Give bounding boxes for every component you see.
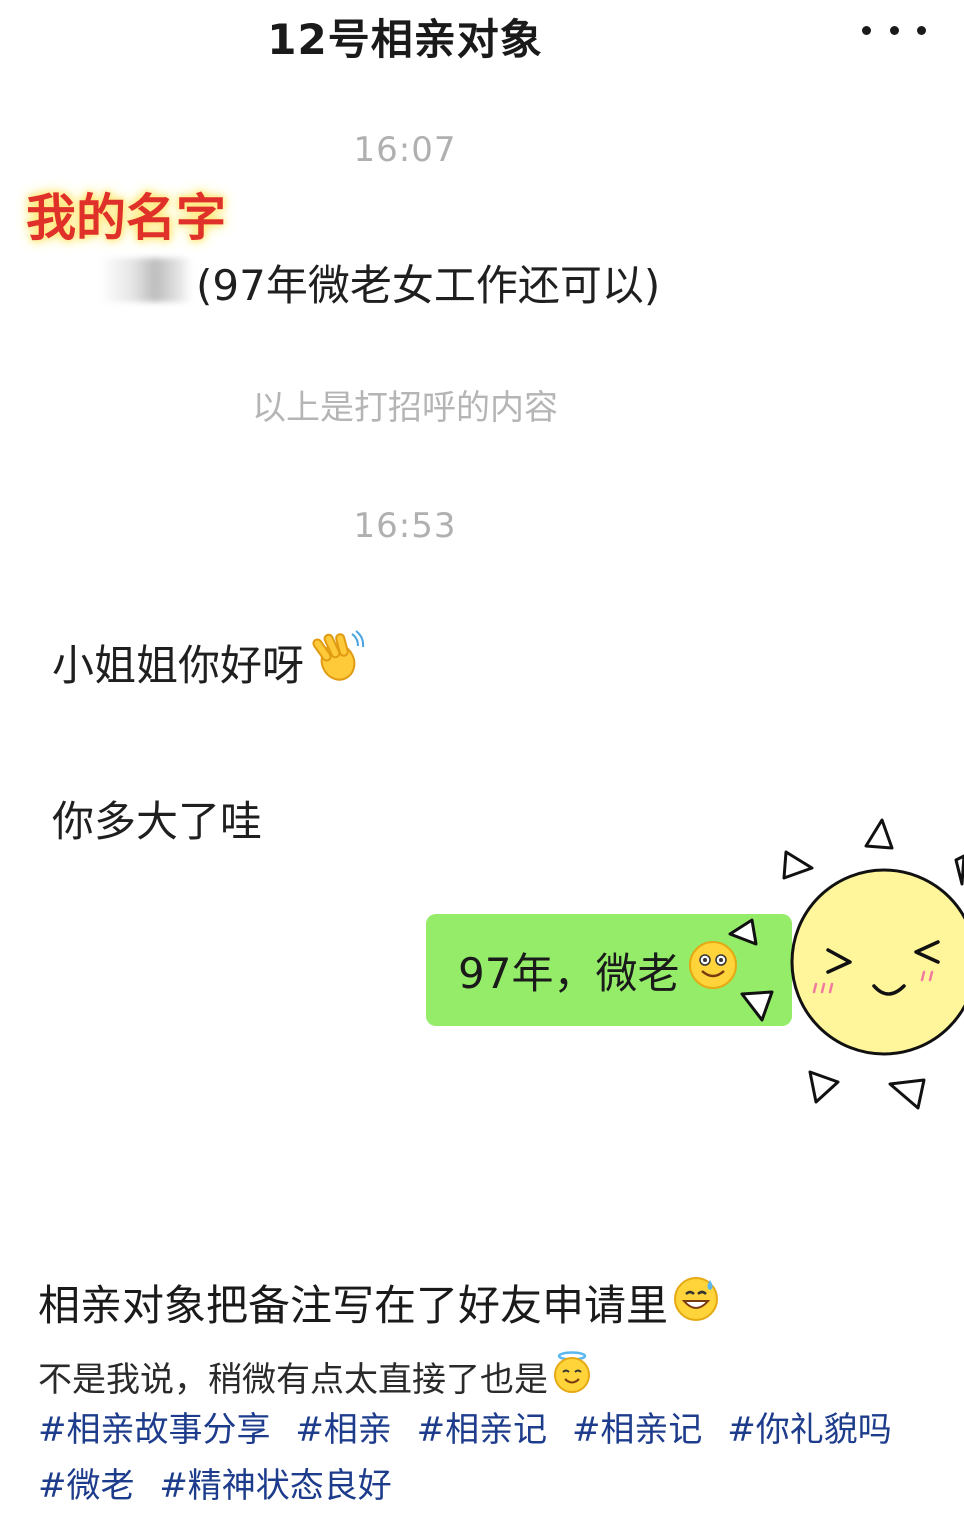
incoming-message[interactable]: 你多大了哇 bbox=[52, 788, 262, 849]
hashtag-link[interactable]: #相亲记 bbox=[417, 1410, 548, 1450]
hashtag-link[interactable]: #微老 bbox=[38, 1466, 135, 1506]
greeting-text: (97年微老女工作还可以) bbox=[196, 261, 661, 310]
hashtag-link[interactable]: #你礼貌吗 bbox=[727, 1410, 892, 1450]
post-body: 不是我说，稍微有点太直接了也是 bbox=[38, 1350, 594, 1403]
hashtag-link[interactable]: #精神状态良好 bbox=[159, 1466, 392, 1506]
timestamp: 16:07 bbox=[353, 130, 457, 170]
hashtag-link[interactable]: #相亲记 bbox=[572, 1410, 703, 1450]
message-text: 你多大了哇 bbox=[52, 797, 263, 846]
hashtag-list: #相亲故事分享 #相亲 #相亲记 #相亲记 #你礼貌吗 #微老 #精神状态良好 bbox=[38, 1402, 928, 1514]
post-caption: 相亲对象把备注写在了好友申请里 bbox=[38, 1272, 720, 1333]
grin-sweat-icon bbox=[672, 1274, 720, 1332]
incoming-message[interactable]: 小姐姐你好呀 bbox=[52, 628, 366, 696]
hashtag-link[interactable]: #相亲故事分享 bbox=[38, 1410, 271, 1450]
body-text: 不是我说，稍微有点太直接了也是 bbox=[38, 1360, 548, 1400]
message-text: 小姐姐你好呀 bbox=[52, 640, 305, 690]
sun-sticker-icon bbox=[724, 812, 964, 1122]
timestamp: 16:53 bbox=[353, 506, 457, 546]
waving-hand-icon bbox=[308, 628, 366, 696]
hashtag-link[interactable]: #相亲 bbox=[295, 1410, 392, 1450]
message-text: 97年，微老 bbox=[458, 948, 680, 998]
caption-text: 相亲对象把备注写在了好友申请里 bbox=[38, 1281, 669, 1330]
more-dots-icon[interactable] bbox=[862, 10, 926, 50]
halo-face-icon bbox=[550, 1350, 594, 1403]
system-note: 以上是打招呼的内容 bbox=[252, 388, 558, 428]
annotation-label: 我的名字 bbox=[26, 189, 226, 247]
chat-title: 12号相亲对象 bbox=[267, 15, 543, 64]
blurred-name bbox=[100, 258, 192, 302]
